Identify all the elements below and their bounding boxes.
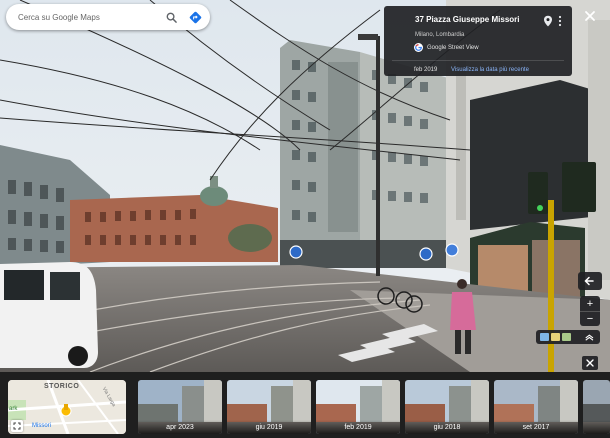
directions-button[interactable]	[186, 8, 204, 26]
mini-map-place-label: Missori	[32, 423, 51, 429]
provider-row: Google Street View	[414, 43, 479, 52]
close-icon	[585, 11, 595, 21]
search-input[interactable]	[18, 12, 156, 22]
expand-map-button[interactable]	[11, 420, 23, 432]
timeline-thumbnail[interactable]: giu 2018	[405, 380, 489, 434]
capture-date[interactable]: feb 2019	[414, 67, 437, 73]
timeline-thumbnail[interactable]: apr 2023	[138, 380, 222, 434]
timeline-strip: STORICO ark Missori Via Larga apr 2023 gi…	[0, 372, 610, 438]
back-button[interactable]	[578, 272, 602, 290]
search-button[interactable]	[162, 8, 180, 26]
search-box[interactable]	[6, 4, 210, 30]
expand-icon	[13, 422, 21, 430]
layer-swatch	[540, 333, 550, 341]
mini-map-park-label: ark	[9, 406, 18, 412]
google-logo-icon	[414, 43, 423, 52]
thumbnail-date: giu 2019	[227, 420, 311, 434]
zoom-controls: + −	[580, 296, 600, 326]
directions-icon	[189, 11, 201, 23]
thumbnail-date: feb 2019	[316, 420, 400, 434]
card-divider	[392, 60, 564, 61]
zoom-out-button[interactable]: −	[580, 311, 600, 326]
location-card: 37 Piazza Giuseppe Missori Milano, Lomba…	[384, 6, 572, 76]
layers-icon	[585, 334, 594, 341]
more-vert-icon	[558, 15, 562, 27]
timeline-thumbnail[interactable]: giu 2019	[227, 380, 311, 434]
pin-button[interactable]	[543, 14, 553, 27]
thumbnail-date	[583, 420, 610, 434]
search-icon	[166, 12, 177, 23]
close-timeline-button[interactable]	[582, 356, 598, 370]
view-recent-link[interactable]: Visualizza la data più recente	[451, 67, 529, 73]
timeline-thumbnail[interactable]: feb 2019	[316, 380, 400, 434]
more-options-button[interactable]	[556, 14, 564, 27]
thumbnail-date: set 2017	[494, 420, 578, 434]
back-arrow-icon	[584, 276, 594, 286]
close-icon	[586, 359, 594, 367]
layer-swatch	[551, 333, 561, 341]
zoom-in-button[interactable]: +	[580, 296, 600, 311]
thumbnail-date: apr 2023	[138, 420, 222, 434]
timeline-thumbnail[interactable]	[583, 380, 610, 434]
close-street-view-button[interactable]	[584, 9, 596, 21]
location-subtitle: Milano, Lombardia	[415, 32, 465, 38]
timeline-thumbnail[interactable]: set 2017	[494, 380, 578, 434]
mini-map[interactable]: STORICO ark Missori Via Larga	[8, 380, 126, 434]
layers-switcher[interactable]	[536, 330, 600, 344]
thumbnail-date: giu 2018	[405, 420, 489, 434]
layer-swatch	[562, 333, 572, 341]
location-title[interactable]: 37 Piazza Giuseppe Missori	[415, 15, 519, 24]
pin-icon	[544, 15, 552, 27]
mini-map-label: STORICO	[44, 383, 80, 390]
provider-label: Google Street View	[427, 44, 479, 51]
